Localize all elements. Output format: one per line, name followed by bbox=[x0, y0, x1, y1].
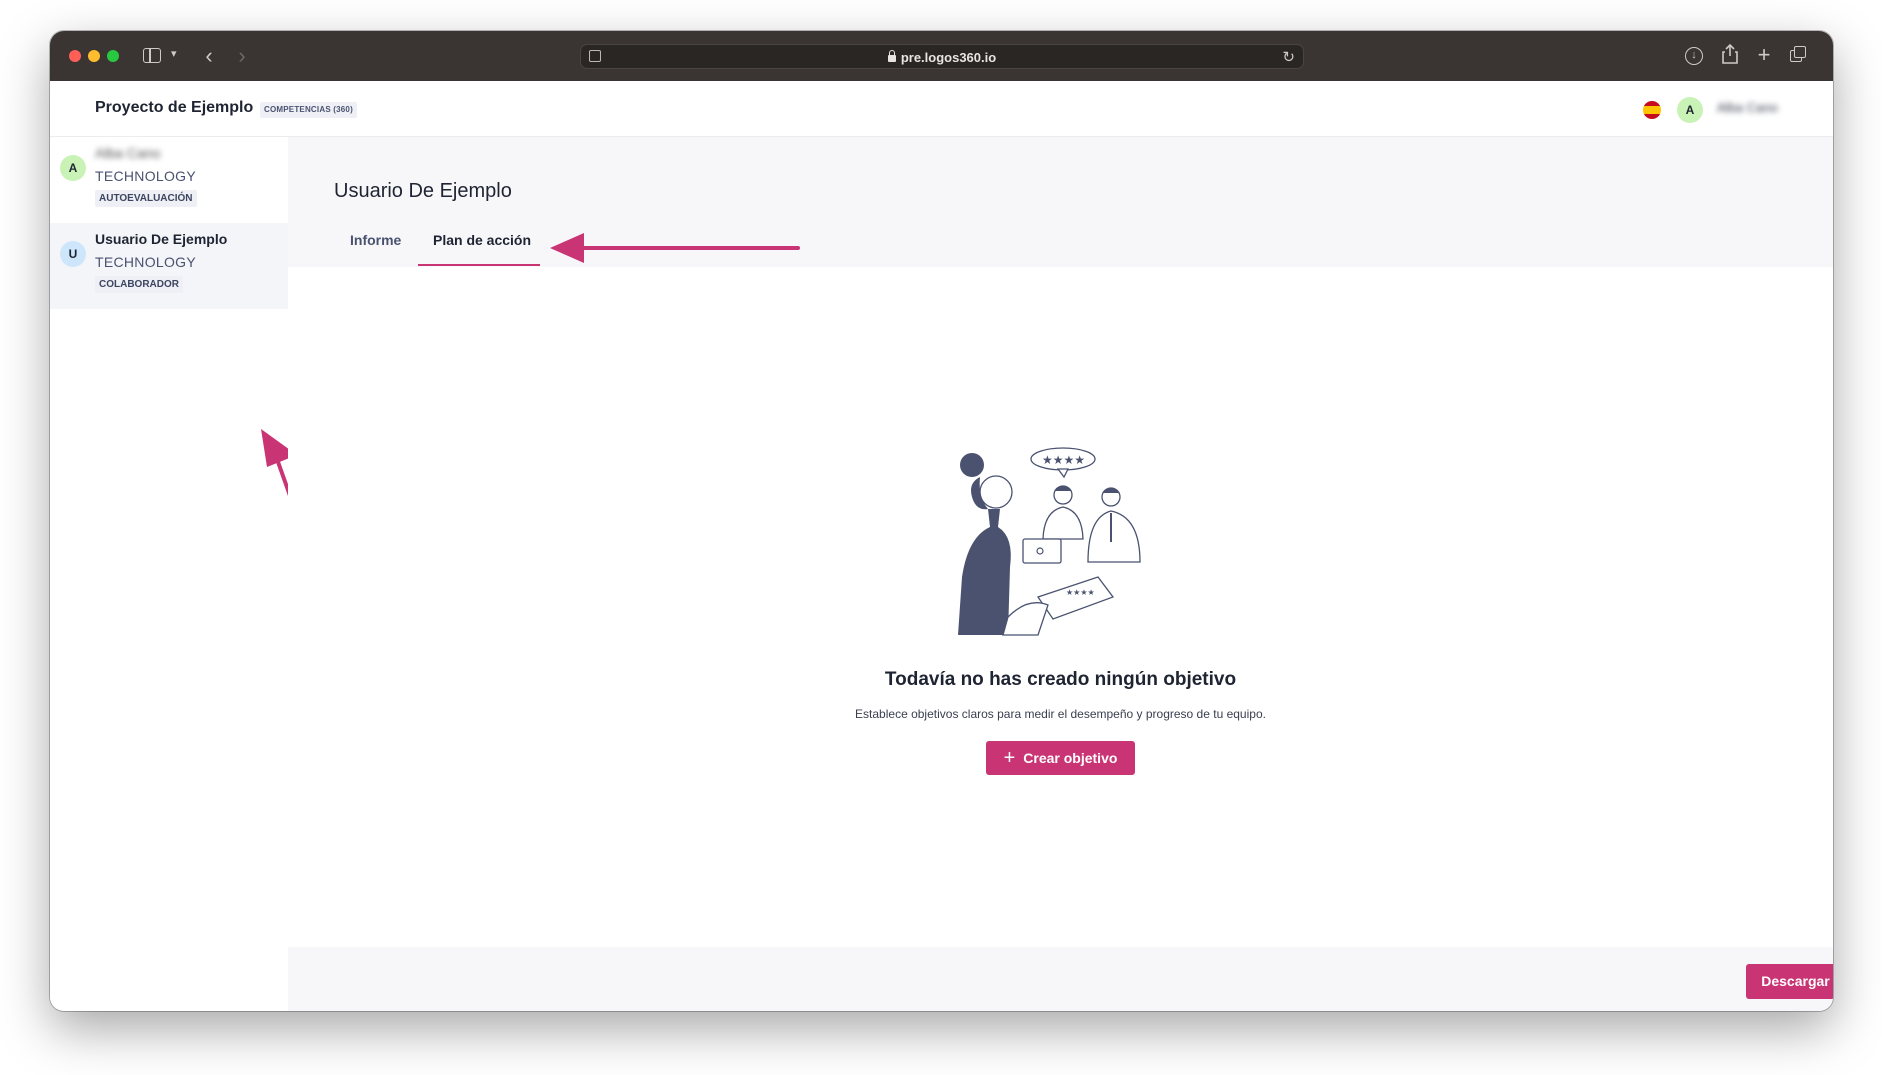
empty-state-description: Establece objetivos claros para medir el… bbox=[855, 707, 1266, 721]
plus-icon: + bbox=[1003, 747, 1016, 769]
main-panel: Usuario De Ejemplo Informe Plan de acció… bbox=[288, 137, 1833, 1011]
tab-plan-de-accion[interactable]: Plan de acción bbox=[433, 232, 531, 262]
project-type-badge: COMPETENCIAS (360) bbox=[260, 102, 357, 118]
create-objective-label: Crear objetivo bbox=[1023, 750, 1118, 766]
app-header: Proyecto de Ejemplo COMPETENCIAS (360) A… bbox=[50, 81, 1833, 137]
evaluatee-item[interactable]: A Alba Cano TECHNOLOGY AUTOEVALUACIÓN bbox=[50, 137, 288, 223]
zoom-window-button[interactable] bbox=[107, 50, 119, 62]
tab-informe[interactable]: Informe bbox=[350, 232, 401, 262]
spain-flag-icon[interactable] bbox=[1643, 101, 1661, 119]
svg-text:★★★★: ★★★★ bbox=[1042, 453, 1085, 467]
annotation-arrow-tab bbox=[550, 233, 800, 263]
project-title: Proyecto de Ejemplo bbox=[95, 99, 254, 116]
empty-state-illustration: ★★★★ ★★★★ bbox=[958, 447, 1141, 636]
url-text: pre.logos360.io bbox=[900, 50, 997, 65]
download-icon[interactable]: ↓ bbox=[1685, 47, 1703, 65]
evaluatee-list: A Alba Cano TECHNOLOGY AUTOEVALUACIÓN U … bbox=[50, 137, 325, 1011]
evaluatee-department: TECHNOLOGY bbox=[95, 254, 197, 270]
address-bar[interactable]: pre.logos360.io ↻ bbox=[580, 44, 1304, 69]
share-icon[interactable] bbox=[1719, 43, 1741, 66]
footer-bar: Descargar bbox=[288, 947, 1833, 1011]
evaluatee-department: TECHNOLOGY bbox=[95, 168, 197, 184]
evaluatee-item-selected[interactable]: U Usuario De Ejemplo TECHNOLOGY COLABORA… bbox=[50, 223, 288, 309]
close-window-button[interactable] bbox=[69, 50, 81, 62]
forward-arrow-icon[interactable]: › bbox=[233, 45, 251, 67]
evaluatee-role-badge: AUTOEVALUACIÓN bbox=[95, 190, 197, 207]
browser-toolbar: ▾ ‹ › pre.logos360.io ↻ ↓ + bbox=[50, 31, 1833, 81]
action-plan-content: ★★★★ ★★★★ Todavía no has creado ningún o… bbox=[288, 267, 1833, 947]
chevron-down-icon[interactable]: ▾ bbox=[171, 47, 177, 60]
minimize-window-button[interactable] bbox=[88, 50, 100, 62]
user-avatar[interactable]: A bbox=[1677, 97, 1703, 123]
new-tab-icon[interactable]: + bbox=[1753, 44, 1775, 66]
reload-icon[interactable]: ↻ bbox=[1282, 45, 1295, 70]
evaluatee-name: Alba Cano bbox=[95, 145, 161, 161]
active-tab-indicator bbox=[418, 264, 540, 266]
browser-window: ▾ ‹ › pre.logos360.io ↻ ↓ + Proyecto de … bbox=[50, 31, 1833, 1011]
avatar: U bbox=[60, 241, 86, 267]
evaluatee-role-badge: COLABORADOR bbox=[95, 276, 183, 293]
download-button[interactable]: Descargar bbox=[1746, 964, 1833, 999]
empty-state-title: Todavía no has creado ningún objetivo bbox=[884, 669, 1237, 690]
page-title: Usuario De Ejemplo bbox=[334, 180, 512, 202]
avatar: A bbox=[60, 155, 86, 181]
lock-icon bbox=[887, 50, 896, 62]
sidebar-toggle-icon[interactable] bbox=[143, 48, 161, 63]
evaluatee-name: Usuario De Ejemplo bbox=[95, 231, 228, 247]
svg-text:★★★★: ★★★★ bbox=[1066, 588, 1095, 597]
tab-overview-icon[interactable] bbox=[1787, 44, 1809, 66]
user-name[interactable]: Alba Cano bbox=[1717, 100, 1778, 115]
back-arrow-icon[interactable]: ‹ bbox=[200, 45, 218, 67]
create-objective-button[interactable]: + Crear objetivo bbox=[986, 741, 1135, 775]
